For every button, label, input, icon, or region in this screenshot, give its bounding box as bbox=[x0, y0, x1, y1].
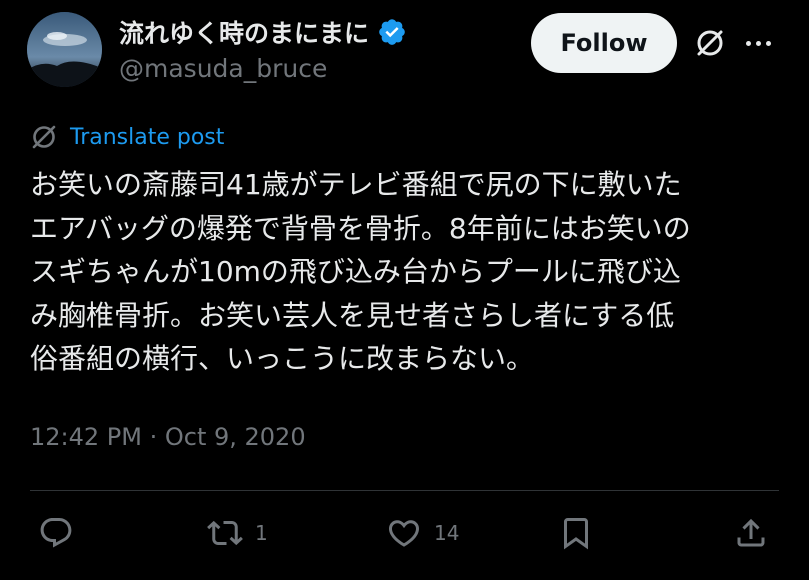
repost-icon bbox=[207, 520, 243, 546]
tweet-text-line: エアバッグの爆発で背骨を骨折。8年前にはお笑いの bbox=[30, 211, 691, 245]
tweet-timestamp[interactable]: 12:42 PM · Oct 9, 2020 bbox=[30, 423, 306, 451]
repost-button[interactable]: 1 bbox=[207, 515, 268, 551]
like-button[interactable]: 14 bbox=[386, 515, 459, 551]
avatar[interactable] bbox=[27, 12, 102, 87]
translate-label[interactable]: Translate post bbox=[70, 125, 224, 150]
tweet-text-line: お笑いの斎藤司41歳がテレビ番組で尻の下に敷いた bbox=[30, 168, 682, 201]
heart-icon bbox=[388, 520, 420, 547]
reply-icon bbox=[40, 518, 72, 548]
author-display-name[interactable]: 流れゆく時のまにまに bbox=[119, 14, 369, 50]
verified-badge-icon bbox=[379, 19, 405, 45]
bookmark-icon bbox=[564, 518, 588, 550]
tweet-text-line: スギちゃんが10mの飛び込み台からプールに飛び込 bbox=[30, 255, 681, 288]
share-icon bbox=[737, 518, 765, 547]
grok-icon[interactable] bbox=[694, 27, 726, 59]
reply-button[interactable] bbox=[38, 515, 86, 551]
author-handle[interactable]: @masuda_bruce bbox=[119, 54, 327, 83]
author-name-row: 流れゆく時のまにまに bbox=[119, 14, 407, 50]
tweet-text: お笑いの斎藤司41歳がテレビ番組で尻の下に敷いた エアバッグの爆発で背骨を骨折。… bbox=[30, 163, 790, 381]
more-options-icon[interactable] bbox=[746, 38, 776, 48]
bookmark-button[interactable] bbox=[558, 515, 594, 551]
follow-button[interactable]: Follow bbox=[531, 13, 677, 73]
like-count: 14 bbox=[434, 521, 460, 545]
translate-post-link[interactable]: Translate post bbox=[30, 123, 224, 151]
repost-count: 1 bbox=[255, 521, 268, 545]
translate-icon bbox=[32, 125, 56, 149]
tweet-text-line: 俗番組の横行、いっこうに改まらない。 bbox=[30, 342, 535, 375]
share-button[interactable] bbox=[733, 515, 769, 551]
tweet-text-line: み胸椎骨折。お笑い芸人を見せ者さらし者にする低 bbox=[30, 298, 675, 332]
divider bbox=[30, 490, 779, 491]
